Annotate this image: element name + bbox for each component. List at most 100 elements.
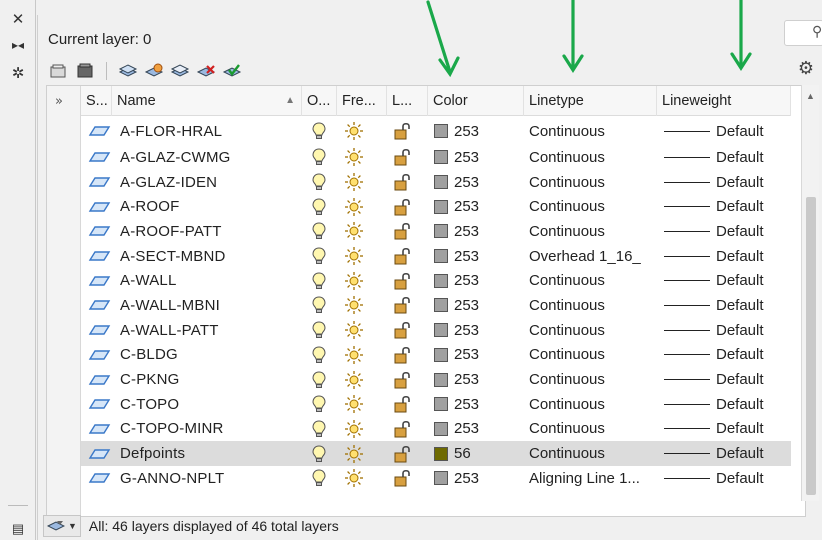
- lightbulb-on-icon[interactable]: [309, 367, 329, 392]
- lightbulb-on-icon[interactable]: [309, 117, 329, 145]
- sun-thawed-icon[interactable]: [343, 194, 365, 219]
- lock-unlocked-icon[interactable]: [392, 417, 414, 442]
- sun-thawed-icon[interactable]: [343, 293, 365, 318]
- layer-name[interactable]: C-TOPO-MINR: [120, 417, 300, 442]
- layer-linetype[interactable]: Continuous: [529, 367, 659, 392]
- new-layer-icon[interactable]: [117, 61, 139, 81]
- layer-linetype[interactable]: Continuous: [529, 318, 659, 343]
- layer-color[interactable]: 56: [434, 441, 524, 466]
- layer-linetype[interactable]: Continuous: [529, 145, 659, 170]
- layer-row[interactable]: A-GLAZ-IDEN 253 Continuous Default: [81, 170, 791, 195]
- sun-thawed-icon[interactable]: [343, 392, 365, 417]
- layer-linetype[interactable]: Continuous: [529, 219, 659, 244]
- scroll-up-icon[interactable]: ▲: [806, 91, 815, 101]
- lightbulb-on-icon[interactable]: [309, 268, 329, 293]
- layer-color[interactable]: 253: [434, 219, 524, 244]
- layer-row[interactable]: A-WALL-MBNI 253 Continuous Default: [81, 293, 791, 318]
- layer-color[interactable]: 253: [434, 244, 524, 269]
- layer-row[interactable]: C-TOPO 253 Continuous Default: [81, 392, 791, 417]
- layer-lineweight[interactable]: Default: [664, 441, 794, 466]
- layer-lineweight[interactable]: Default: [664, 318, 794, 343]
- layer-name[interactable]: A-GLAZ-CWMG: [120, 145, 300, 170]
- layer-row[interactable]: A-ROOF 253 Continuous Default: [81, 194, 791, 219]
- layer-linetype[interactable]: Aligning Line 1...: [529, 466, 659, 491]
- layer-color[interactable]: 253: [434, 392, 524, 417]
- lightbulb-on-icon[interactable]: [309, 219, 329, 244]
- layer-linetype[interactable]: Continuous: [529, 441, 659, 466]
- lightbulb-on-icon[interactable]: [309, 466, 329, 491]
- sun-thawed-icon[interactable]: [343, 145, 365, 170]
- layer-lineweight[interactable]: Default: [664, 392, 794, 417]
- lock-unlocked-icon[interactable]: [392, 392, 414, 417]
- layer-name[interactable]: A-WALL: [120, 268, 300, 293]
- lightbulb-on-icon[interactable]: [309, 318, 329, 343]
- delete-layer-icon[interactable]: [195, 61, 217, 81]
- layer-color[interactable]: 253: [434, 145, 524, 170]
- layer-color[interactable]: 253: [434, 343, 524, 368]
- layer-name[interactable]: A-WALL-PATT: [120, 318, 300, 343]
- layer-linetype[interactable]: Continuous: [529, 268, 659, 293]
- layer-linetype[interactable]: Continuous: [529, 343, 659, 368]
- lightbulb-on-icon[interactable]: [309, 244, 329, 269]
- layer-lineweight[interactable]: Default: [664, 268, 794, 293]
- layer-row[interactable]: C-PKNG 253 Continuous Default: [81, 367, 791, 392]
- column-header-linetype[interactable]: Linetype: [524, 86, 657, 116]
- lightbulb-on-icon[interactable]: [309, 392, 329, 417]
- layer-color[interactable]: 253: [434, 194, 524, 219]
- layer-name[interactable]: G-ANNO-NPLT: [120, 466, 300, 491]
- search-icon[interactable]: ⚲: [812, 23, 822, 40]
- new-vp-frozen-layer-icon[interactable]: [143, 61, 165, 81]
- vertical-scrollbar[interactable]: ▲: [801, 85, 819, 501]
- sun-thawed-icon[interactable]: [343, 318, 365, 343]
- gear-icon[interactable]: ⚙: [796, 58, 816, 78]
- lock-unlocked-icon[interactable]: [392, 318, 414, 343]
- layer-name[interactable]: C-BLDG: [120, 343, 300, 368]
- layer-name[interactable]: A-SECT-MBND: [120, 244, 300, 269]
- layer-lineweight[interactable]: Default: [664, 367, 794, 392]
- sun-thawed-icon[interactable]: [343, 441, 365, 466]
- column-header-freeze[interactable]: Fre...: [337, 86, 387, 116]
- lock-unlocked-icon[interactable]: [392, 170, 414, 195]
- pin-icon[interactable]: ▸◂: [9, 36, 27, 54]
- lightbulb-on-icon[interactable]: [309, 441, 329, 466]
- lock-unlocked-icon[interactable]: [392, 441, 414, 466]
- layer-linetype[interactable]: Continuous: [529, 170, 659, 195]
- lock-unlocked-icon[interactable]: [392, 219, 414, 244]
- layer-row[interactable]: A-WALL 253 Continuous Default: [81, 268, 791, 293]
- layer-linetype[interactable]: Continuous: [529, 293, 659, 318]
- new-group-filter-icon[interactable]: [169, 61, 191, 81]
- lightbulb-on-icon[interactable]: [309, 194, 329, 219]
- layer-name[interactable]: C-PKNG: [120, 367, 300, 392]
- sun-thawed-icon[interactable]: [343, 417, 365, 442]
- settings-icon[interactable]: ✲: [9, 64, 27, 82]
- layer-row[interactable]: A-WALL-PATT 253 Continuous Default: [81, 318, 791, 343]
- lock-unlocked-icon[interactable]: [392, 343, 414, 368]
- lightbulb-on-icon[interactable]: [309, 343, 329, 368]
- layer-color[interactable]: 253: [434, 117, 524, 145]
- layer-lineweight[interactable]: Default: [664, 466, 794, 491]
- layer-color[interactable]: 253: [434, 466, 524, 491]
- lock-unlocked-icon[interactable]: [392, 367, 414, 392]
- layer-name[interactable]: A-ROOF-PATT: [120, 219, 300, 244]
- lock-unlocked-icon[interactable]: [392, 244, 414, 269]
- layer-row[interactable]: C-BLDG 253 Continuous Default: [81, 343, 791, 368]
- lock-unlocked-icon[interactable]: [392, 117, 414, 145]
- invert-filter-button[interactable]: ▼: [43, 515, 81, 537]
- lightbulb-on-icon[interactable]: [309, 293, 329, 318]
- set-current-icon[interactable]: [221, 61, 243, 81]
- layer-linetype[interactable]: Continuous: [529, 117, 659, 145]
- sun-thawed-icon[interactable]: [343, 466, 365, 491]
- layer-linetype[interactable]: Continuous: [529, 417, 659, 442]
- column-header-name[interactable]: Name ▲: [112, 86, 302, 116]
- layer-lineweight[interactable]: Default: [664, 293, 794, 318]
- layer-name[interactable]: A-FLOR-HRAL: [120, 117, 300, 145]
- scroll-thumb[interactable]: [806, 197, 816, 495]
- lock-unlocked-icon[interactable]: [392, 293, 414, 318]
- layer-lineweight[interactable]: Default: [664, 117, 794, 145]
- lock-unlocked-icon[interactable]: [392, 145, 414, 170]
- layer-lineweight[interactable]: Default: [664, 417, 794, 442]
- layer-lineweight[interactable]: Default: [664, 145, 794, 170]
- layer-lineweight[interactable]: Default: [664, 194, 794, 219]
- layer-lineweight[interactable]: Default: [664, 244, 794, 269]
- layer-name[interactable]: Defpoints: [120, 441, 300, 466]
